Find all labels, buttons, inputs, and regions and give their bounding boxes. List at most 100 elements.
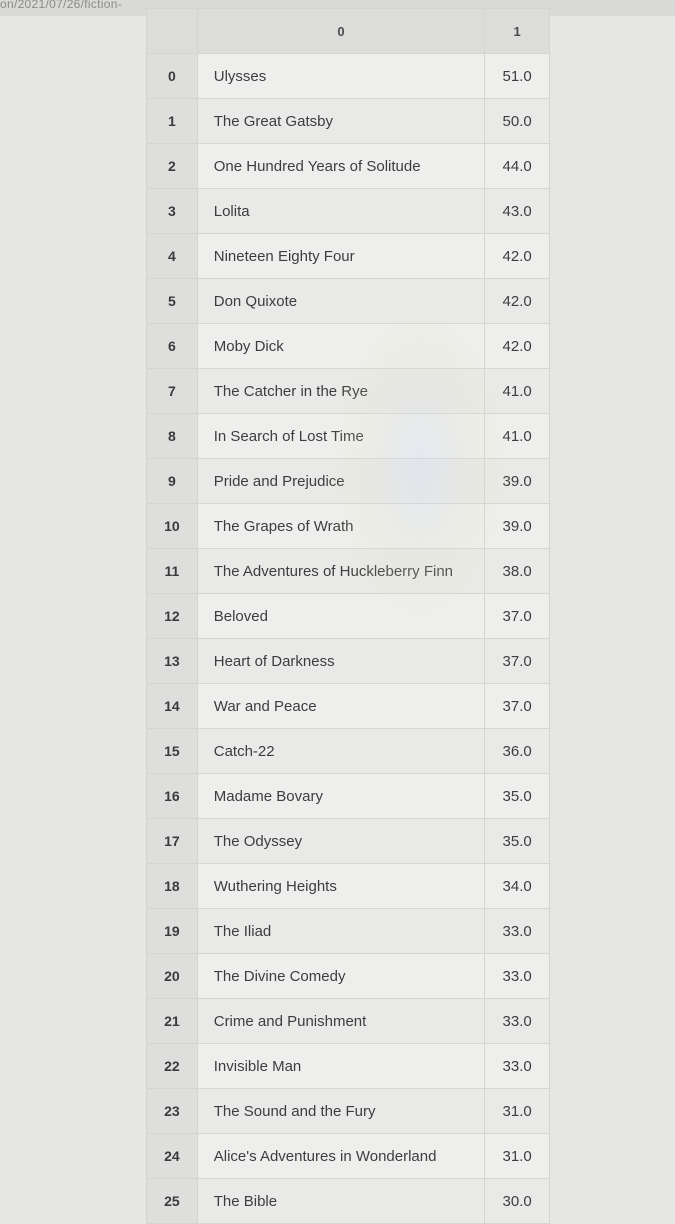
table-body: 0 Ulysses 51.0 1 The Great Gatsby 50.0 2 One Hu…	[146, 53, 550, 1224]
book-title-cell: The Catcher in the Rye	[196, 368, 486, 414]
score-cell: 42.0	[484, 233, 550, 279]
score-cell: 37.0	[484, 683, 550, 729]
table-row: 15 Catch-22 36.0	[146, 728, 550, 774]
score-cell: 35.0	[484, 818, 550, 864]
table-row: 19 The Iliad 33.0	[146, 908, 550, 954]
table-row: 20 The Divine Comedy 33.0	[146, 953, 550, 999]
row-index: 10	[146, 503, 198, 549]
table-row: 11 The Adventures of Huckleberry Finn 38.0	[146, 548, 550, 594]
header-row: 0 1	[146, 8, 550, 54]
table-row: 0 Ulysses 51.0	[146, 53, 550, 99]
row-index: 12	[146, 593, 198, 639]
table-row: 16 Madame Bovary 35.0	[146, 773, 550, 819]
row-index: 9	[146, 458, 198, 504]
table-row: 25 The Bible 30.0	[146, 1178, 550, 1224]
table-row: 22 Invisible Man 33.0	[146, 1043, 550, 1089]
row-index: 0	[146, 53, 198, 99]
book-title-cell: Alice's Adventures in Wonderland	[196, 1133, 486, 1179]
book-title-cell: Beloved	[196, 593, 486, 639]
table-row: 6 Moby Dick 42.0	[146, 323, 550, 369]
score-cell: 33.0	[484, 953, 550, 999]
book-title-cell: The Divine Comedy	[196, 953, 486, 999]
book-title-cell: The Great Gatsby	[196, 98, 486, 144]
table-row: 17 The Odyssey 35.0	[146, 818, 550, 864]
row-index: 11	[146, 548, 198, 594]
index-header	[146, 8, 198, 54]
book-title-cell: War and Peace	[196, 683, 486, 729]
row-index: 7	[146, 368, 198, 414]
table-row: 13 Heart of Darkness 37.0	[146, 638, 550, 684]
book-title-cell: In Search of Lost Time	[196, 413, 486, 459]
score-cell: 51.0	[484, 53, 550, 99]
score-cell: 43.0	[484, 188, 550, 234]
row-index: 6	[146, 323, 198, 369]
score-cell: 41.0	[484, 368, 550, 414]
row-index: 19	[146, 908, 198, 954]
book-title-cell: Pride and Prejudice	[196, 458, 486, 504]
score-cell: 30.0	[484, 1178, 550, 1224]
row-index: 20	[146, 953, 198, 999]
table-row: 4 Nineteen Eighty Four 42.0	[146, 233, 550, 279]
score-cell: 33.0	[484, 1043, 550, 1089]
table-row: 2 One Hundred Years of Solitude 44.0	[146, 143, 550, 189]
score-cell: 37.0	[484, 638, 550, 684]
book-title-cell: One Hundred Years of Solitude	[196, 143, 486, 189]
score-cell: 33.0	[484, 908, 550, 954]
book-title-cell: Catch-22	[196, 728, 486, 774]
score-cell: 50.0	[484, 98, 550, 144]
row-index: 23	[146, 1088, 198, 1134]
row-index: 22	[146, 1043, 198, 1089]
book-title-cell: Invisible Man	[196, 1043, 486, 1089]
book-title-cell: The Odyssey	[196, 818, 486, 864]
row-index: 5	[146, 278, 198, 324]
table-row: 12 Beloved 37.0	[146, 593, 550, 639]
row-index: 21	[146, 998, 198, 1044]
score-cell: 31.0	[484, 1088, 550, 1134]
row-index: 3	[146, 188, 198, 234]
row-index: 2	[146, 143, 198, 189]
row-index: 1	[146, 98, 198, 144]
score-cell: 36.0	[484, 728, 550, 774]
row-index: 15	[146, 728, 198, 774]
table-row: 24 Alice's Adventures in Wonderland 31.0	[146, 1133, 550, 1179]
row-index: 14	[146, 683, 198, 729]
score-cell: 37.0	[484, 593, 550, 639]
table-row: 21 Crime and Punishment 33.0	[146, 998, 550, 1044]
score-cell: 33.0	[484, 998, 550, 1044]
table-row: 23 The Sound and the Fury 31.0	[146, 1088, 550, 1134]
score-cell: 38.0	[484, 548, 550, 594]
book-title-cell: Moby Dick	[196, 323, 486, 369]
table-row: 3 Lolita 43.0	[146, 188, 550, 234]
book-title-cell: Heart of Darkness	[196, 638, 486, 684]
row-index: 13	[146, 638, 198, 684]
table-row: 7 The Catcher in the Rye 41.0	[146, 368, 550, 414]
book-title-cell: Don Quixote	[196, 278, 486, 324]
book-title-cell: The Grapes of Wrath	[196, 503, 486, 549]
book-title-cell: Ulysses	[196, 53, 486, 99]
score-cell: 31.0	[484, 1133, 550, 1179]
book-title-cell: Madame Bovary	[196, 773, 486, 819]
column-0-header: 0	[196, 8, 486, 54]
table-row: 10 The Grapes of Wrath 39.0	[146, 503, 550, 549]
table-row: 8 In Search of Lost Time 41.0	[146, 413, 550, 459]
book-title-cell: Wuthering Heights	[196, 863, 486, 909]
address-bar-url[interactable]: on/2021/07/26/fiction-	[0, 0, 122, 11]
column-1-header: 1	[484, 8, 550, 54]
row-index: 17	[146, 818, 198, 864]
table-row: 18 Wuthering Heights 34.0	[146, 863, 550, 909]
page: on/2021/07/26/fiction- 0 1 0 Ulysses 51.0 1…	[0, 0, 675, 1224]
book-title-cell: Lolita	[196, 188, 486, 234]
table-row: 14 War and Peace 37.0	[146, 683, 550, 729]
row-index: 24	[146, 1133, 198, 1179]
score-cell: 42.0	[484, 278, 550, 324]
book-title-cell: The Iliad	[196, 908, 486, 954]
score-cell: 35.0	[484, 773, 550, 819]
book-title-cell: The Bible	[196, 1178, 486, 1224]
table-row: 9 Pride and Prejudice 39.0	[146, 458, 550, 504]
table-header: 0 1	[146, 8, 550, 54]
row-index: 25	[146, 1178, 198, 1224]
book-title-cell: Crime and Punishment	[196, 998, 486, 1044]
score-cell: 39.0	[484, 503, 550, 549]
score-cell: 41.0	[484, 413, 550, 459]
score-cell: 34.0	[484, 863, 550, 909]
